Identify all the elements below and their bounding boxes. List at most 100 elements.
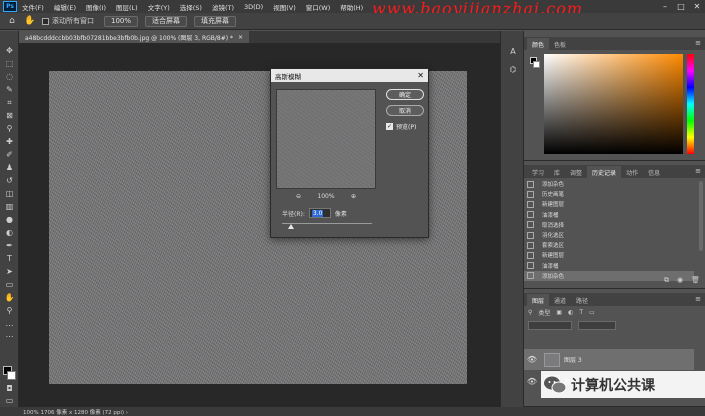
move-tool-icon[interactable]: ✥ — [3, 45, 16, 56]
eyedropper-tool-icon[interactable]: ⚲ — [3, 123, 16, 134]
crop-tool-icon[interactable]: ⌗ — [3, 97, 16, 108]
radius-slider-track[interactable] — [282, 223, 372, 224]
quick-mask-icon[interactable]: ◘ — [3, 383, 16, 394]
history-item[interactable]: 套索选区 — [524, 240, 694, 250]
tab-actions[interactable]: 动作 — [621, 166, 643, 178]
menu-select[interactable]: 选择(S) — [180, 2, 202, 12]
document-tab[interactable]: a48bcdddccbb03bfb07281bbe3bfb0b.jpg @ 10… — [19, 31, 250, 43]
tab-swatches[interactable]: 色板 — [549, 38, 571, 50]
radius-input[interactable]: 3.0 — [308, 208, 331, 218]
menu-edit[interactable]: 编辑(E) — [54, 2, 76, 12]
hand-tool-preset-icon[interactable]: ✋ — [24, 15, 36, 27]
dialog-titlebar[interactable]: 高斯模糊 ✕ — [271, 69, 428, 82]
menu-image[interactable]: 图像(I) — [86, 2, 106, 12]
tab-info[interactable]: 信息 — [643, 166, 665, 178]
tab-history[interactable]: 历史记录 — [587, 166, 622, 178]
zoom-in-icon[interactable]: ⊕ — [351, 193, 356, 200]
zoom-100-button[interactable]: 100% — [104, 15, 139, 27]
dodge-tool-icon[interactable]: ◐ — [3, 227, 16, 238]
quick-select-tool-icon[interactable]: ✎ — [3, 84, 16, 95]
rectangle-tool-icon[interactable]: ▭ — [3, 279, 16, 290]
tab-layers[interactable]: 图层 — [527, 294, 550, 306]
blend-mode-select[interactable] — [528, 321, 572, 330]
panel-menu-icon[interactable]: ≡ — [695, 39, 701, 47]
pen-tool-icon[interactable]: ✒ — [3, 240, 16, 251]
lasso-tool-icon[interactable]: ◌ — [3, 71, 16, 82]
history-item[interactable]: 新建图层 — [524, 199, 694, 209]
menu-type[interactable]: 文字(Y) — [148, 2, 170, 12]
zoom-tool-icon[interactable]: ⚲ — [3, 305, 16, 316]
radius-slider-thumb[interactable] — [288, 224, 294, 229]
blur-preview[interactable] — [276, 89, 376, 189]
history-item[interactable]: 新建图层 — [524, 250, 694, 260]
hue-slider[interactable] — [687, 54, 694, 154]
fill-screen-button[interactable]: 填充屏幕 — [194, 15, 237, 27]
dialog-close-icon[interactable]: ✕ — [417, 69, 424, 82]
close-window-button[interactable]: ✕ — [689, 0, 705, 13]
menu-window[interactable]: 窗口(W) — [306, 2, 331, 12]
tab-color[interactable]: 颜色 — [527, 38, 550, 50]
menu-3d[interactable]: 3D(D) — [244, 3, 263, 11]
blur-tool-icon[interactable]: ● — [3, 214, 16, 225]
history-item[interactable]: 历史画笔 — [524, 189, 694, 199]
panel-background-swatch[interactable] — [533, 61, 540, 68]
history-item[interactable]: 取消选择 — [524, 220, 694, 230]
frame-tool-icon[interactable]: ⊠ — [3, 110, 16, 121]
history-item[interactable]: 羽化选区 — [524, 230, 694, 240]
new-document-from-state-icon[interactable]: ⧉ — [664, 276, 669, 285]
hand-tool-icon[interactable]: ✋ — [3, 292, 16, 303]
clone-stamp-tool-icon[interactable]: ♟ — [3, 162, 16, 173]
menu-view[interactable]: 视图(V) — [273, 2, 296, 12]
filter-shape-icon[interactable]: ▭ — [589, 309, 595, 316]
history-item[interactable]: 油漆桶 — [524, 210, 694, 220]
minimize-button[interactable]: – — [657, 0, 673, 13]
preview-checkbox[interactable]: ✓ 预览(P) — [386, 122, 416, 131]
menu-layer[interactable]: 图层(L) — [116, 2, 138, 12]
history-item[interactable]: 添加杂色 — [524, 179, 694, 189]
tab-learn[interactable]: 学习 — [527, 166, 549, 178]
home-icon[interactable]: ⌂ — [6, 15, 18, 27]
menu-filter[interactable]: 滤镜(T) — [212, 2, 234, 12]
tab-paths[interactable]: 路径 — [571, 294, 593, 306]
character-panel-icon[interactable]: A — [507, 45, 519, 57]
filter-adjustment-icon[interactable]: ◐ — [568, 309, 573, 316]
delete-state-icon[interactable]: 🗑 — [691, 276, 700, 285]
zoom-out-icon[interactable]: ⊖ — [296, 193, 301, 200]
layers-menu-icon[interactable]: ≡ — [695, 295, 701, 303]
ok-button[interactable]: 确定 — [386, 89, 424, 100]
tab-channels[interactable]: 通道 — [549, 294, 571, 306]
properties-panel-icon[interactable]: ⌬ — [507, 63, 519, 75]
gradient-tool-icon[interactable]: ▥ — [3, 201, 16, 212]
brush-tool-icon[interactable]: ✐ — [3, 149, 16, 160]
eraser-tool-icon[interactable]: ◫ — [3, 188, 16, 199]
tab-adjustments[interactable]: 调整 — [565, 166, 587, 178]
healing-brush-tool-icon[interactable]: ✚ — [3, 136, 16, 147]
maximize-button[interactable]: □ — [673, 0, 689, 13]
path-select-tool-icon[interactable]: ➤ — [3, 266, 16, 277]
edit-toolbar-icon[interactable]: ⋯ — [3, 331, 16, 342]
background-color-swatch[interactable] — [7, 371, 16, 380]
tab-libraries[interactable]: 库 — [549, 166, 565, 178]
more-tools-icon[interactable]: … — [3, 318, 16, 329]
menu-file[interactable]: 文件(F) — [22, 2, 44, 12]
filter-kind-icon[interactable]: ⚲ — [528, 309, 532, 316]
history-brush-tool-icon[interactable]: ↺ — [3, 175, 16, 186]
fit-screen-button[interactable]: 适合屏幕 — [145, 15, 188, 27]
menu-help[interactable]: 帮助(H) — [340, 2, 363, 12]
layer-row-layer-3[interactable]: 👁 图层 3 — [524, 349, 694, 370]
marquee-tool-icon[interactable]: ⬚ — [3, 58, 16, 69]
scroll-all-windows-checkbox[interactable]: 滚动所有窗口 — [42, 16, 94, 26]
opacity-field[interactable] — [578, 321, 616, 330]
filter-kind-label[interactable]: 类型 — [538, 308, 550, 317]
color-picker-field[interactable] — [544, 54, 683, 154]
filter-pixel-icon[interactable]: ▣ — [556, 309, 562, 316]
snapshot-camera-icon[interactable]: ◉ — [677, 276, 683, 285]
close-document-icon[interactable]: × — [238, 34, 243, 41]
history-menu-icon[interactable]: ≡ — [695, 167, 701, 175]
history-scrollbar[interactable] — [699, 181, 703, 251]
history-item[interactable]: 油漆桶 — [524, 261, 694, 271]
filter-type-icon[interactable]: T — [579, 309, 583, 316]
screen-mode-icon[interactable]: ▭ — [3, 395, 16, 406]
cancel-button[interactable]: 取消 — [386, 105, 424, 116]
visibility-eye-icon[interactable]: 👁 — [526, 355, 538, 364]
